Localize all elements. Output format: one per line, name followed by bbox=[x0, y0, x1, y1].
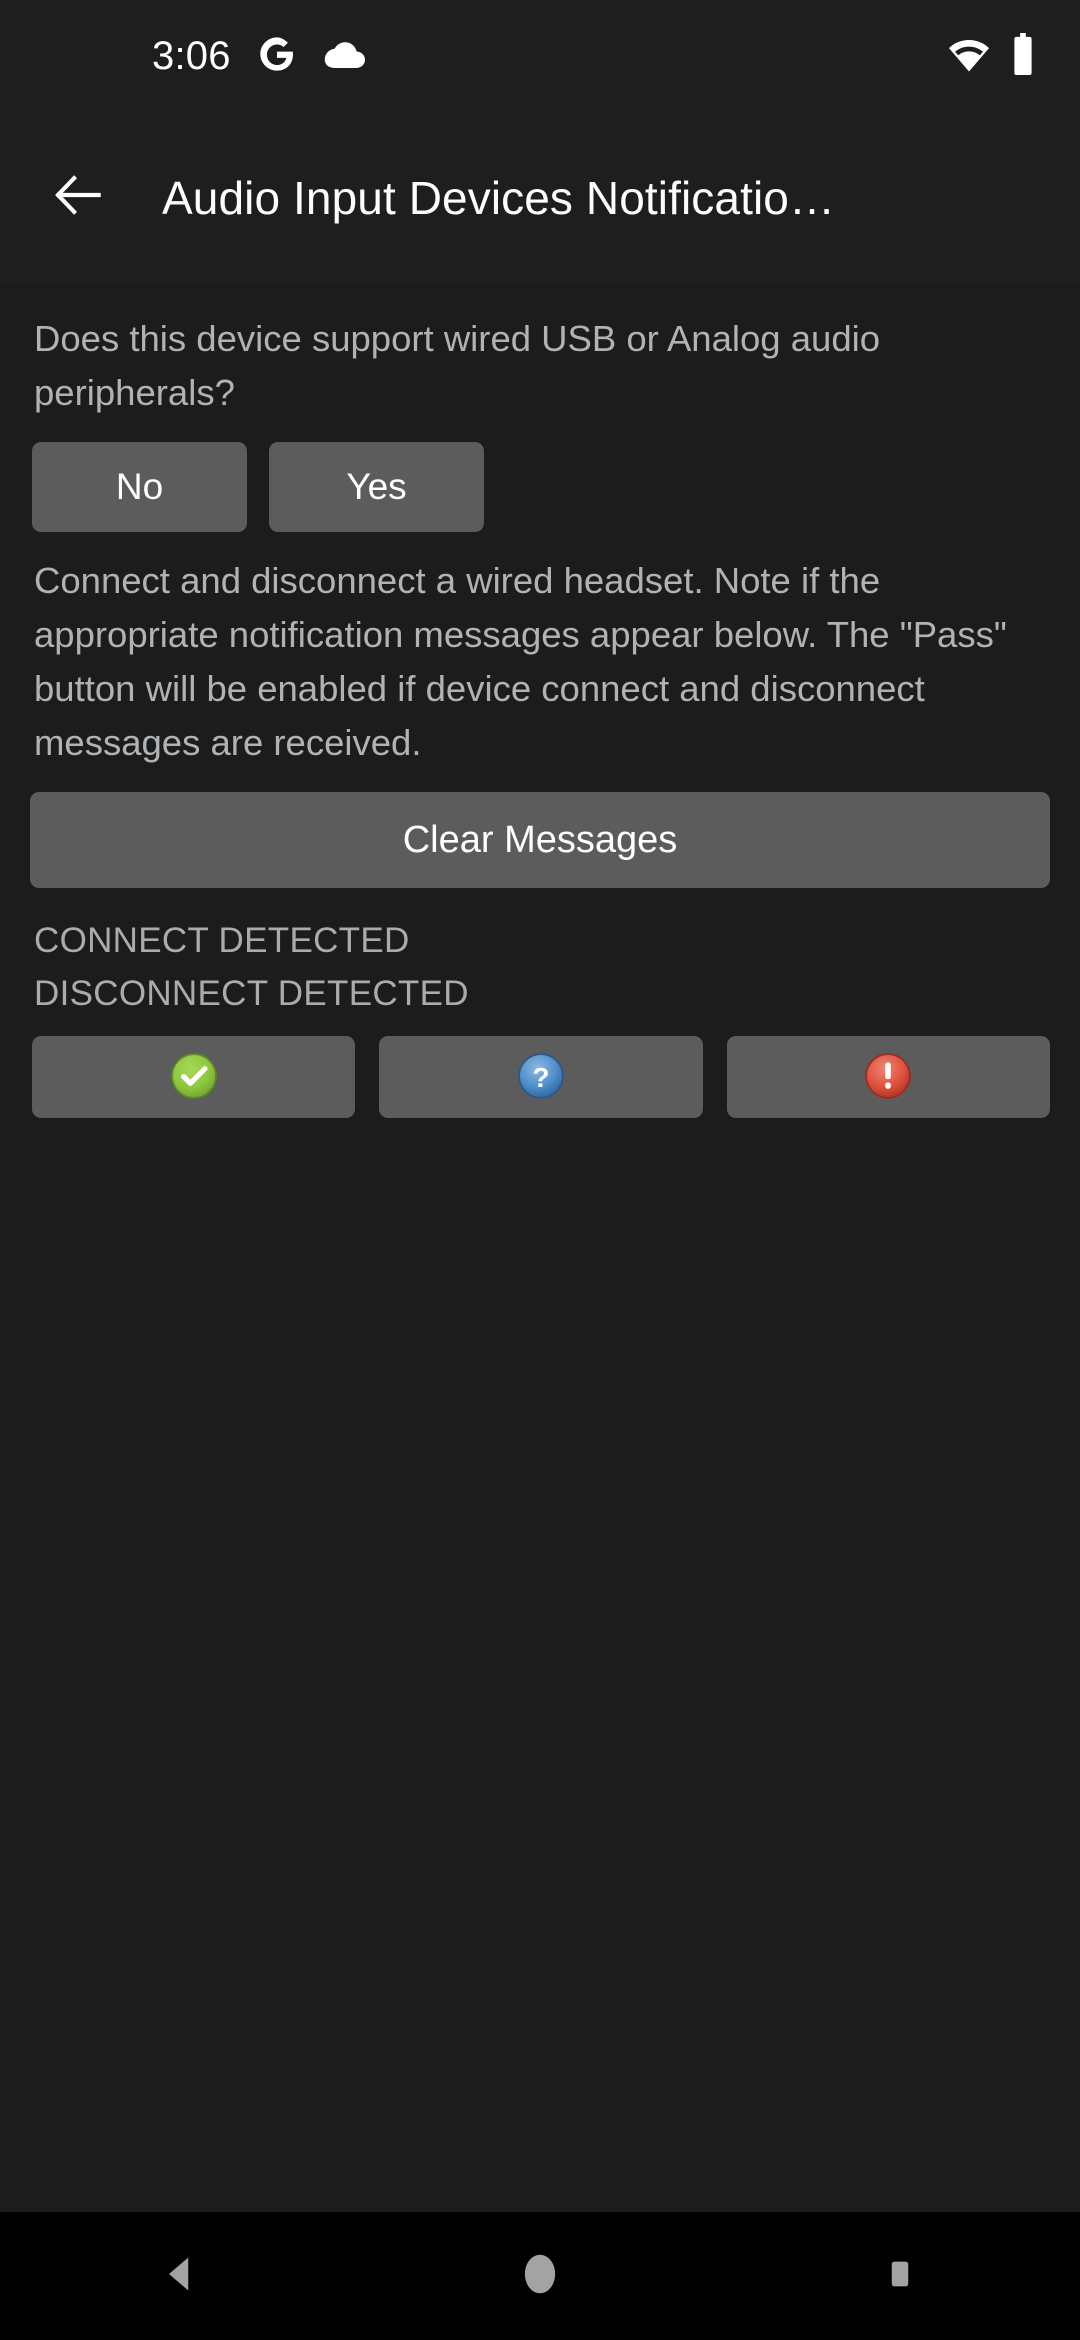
connect-detected-label: CONNECT DETECTED bbox=[34, 921, 410, 960]
back-button[interactable] bbox=[30, 150, 126, 246]
cloud-icon bbox=[323, 39, 365, 74]
test-content: Does this device support wired USB or An… bbox=[0, 284, 1080, 2212]
detection-status-list: CONNECT DETECTED DISCONNECT DETECTED bbox=[30, 914, 1050, 1020]
pass-button[interactable] bbox=[32, 1036, 356, 1118]
check-circle-icon bbox=[169, 1051, 219, 1104]
exclamation-circle-icon bbox=[863, 1051, 913, 1104]
info-button[interactable]: ? bbox=[379, 1036, 703, 1118]
navigation-bar bbox=[0, 2212, 1080, 2340]
answer-button-row: No Yes bbox=[30, 442, 1050, 532]
page-title: Audio Input Devices Notificatio… bbox=[162, 171, 836, 224]
status-bar-right bbox=[948, 32, 1036, 80]
yes-button[interactable]: Yes bbox=[269, 442, 484, 532]
battery-icon bbox=[1010, 32, 1036, 80]
google-g-icon bbox=[257, 34, 297, 79]
instructions-text: Connect and disconnect a wired headset. … bbox=[34, 560, 1007, 763]
recents-nav-icon bbox=[878, 2252, 922, 2301]
status-bar-left: 3:06 bbox=[152, 34, 365, 79]
support-question-text: Does this device support wired USB or An… bbox=[34, 318, 881, 413]
svg-text:?: ? bbox=[532, 1061, 549, 1092]
phone-screen: 3:06 Audio Input Devices Notificatio… Do… bbox=[0, 0, 1080, 2340]
back-arrow-icon bbox=[47, 164, 109, 231]
verdict-button-row: ? bbox=[30, 1036, 1050, 1118]
app-bar: Audio Input Devices Notificatio… bbox=[0, 112, 1080, 284]
clear-messages-button[interactable]: Clear Messages bbox=[30, 792, 1050, 888]
status-bar: 3:06 bbox=[0, 0, 1080, 112]
home-nav-icon bbox=[518, 2252, 562, 2301]
back-nav-icon bbox=[158, 2252, 202, 2301]
recents-nav-button[interactable] bbox=[820, 2212, 980, 2340]
home-nav-button[interactable] bbox=[460, 2212, 620, 2340]
status-bar-clock: 3:06 bbox=[152, 34, 231, 78]
back-nav-button[interactable] bbox=[100, 2212, 260, 2340]
fail-button[interactable] bbox=[726, 1036, 1050, 1118]
question-circle-icon: ? bbox=[516, 1051, 566, 1104]
no-button[interactable]: No bbox=[32, 442, 247, 532]
wifi-icon bbox=[948, 33, 990, 80]
disconnect-detected-label: DISCONNECT DETECTED bbox=[34, 974, 469, 1013]
